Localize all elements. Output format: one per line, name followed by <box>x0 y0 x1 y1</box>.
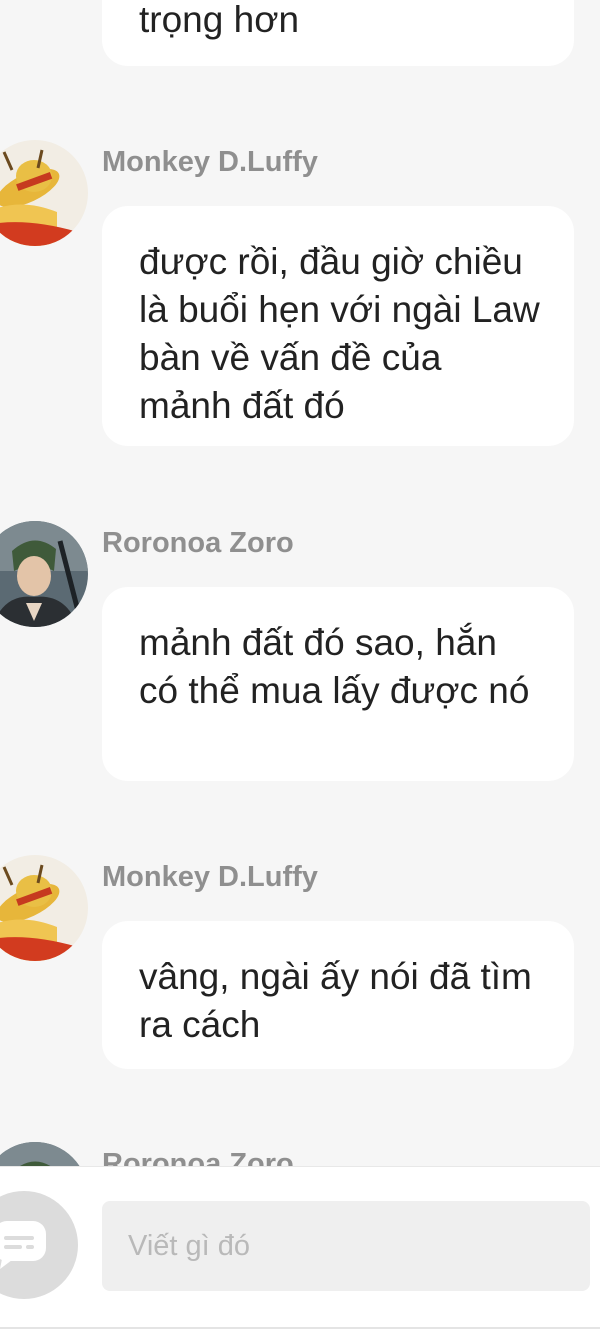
sender-name: Roronoa Zoro <box>102 1148 294 1166</box>
message-bubble: được rồi, đầu giờ chiều là buổi hẹn với … <box>102 206 574 446</box>
message-bubble: trọng hơn <box>102 0 574 66</box>
message-input[interactable] <box>102 1201 590 1291</box>
message-text: mảnh đất đó sao, hắn có thể mua lấy được… <box>139 622 530 711</box>
message-bubble: vâng, ngài ấy nói đã tìm ra cách <box>102 921 574 1069</box>
sender-name: Monkey D.Luffy <box>102 146 318 178</box>
quick-reply-button[interactable] <box>0 1191 78 1299</box>
chat-screen: trọng hơn Monkey D.Luffy được rồi, đầu g… <box>0 0 600 1332</box>
message-text: trọng hơn <box>139 0 300 40</box>
avatar-luffy[interactable] <box>0 855 88 961</box>
message-list[interactable]: trọng hơn Monkey D.Luffy được rồi, đầu g… <box>0 0 600 1166</box>
chat-bubble-icon <box>0 1221 46 1269</box>
message-text: vâng, ngài ấy nói đã tìm ra cách <box>139 956 532 1045</box>
straw-hat-avatar-icon <box>0 140 88 246</box>
avatar-zoro[interactable] <box>0 1142 88 1166</box>
sender-name: Roronoa Zoro <box>102 527 294 559</box>
zoro-avatar-icon <box>0 1142 88 1166</box>
message-composer <box>0 1166 600 1332</box>
divider <box>0 1327 600 1329</box>
straw-hat-avatar-icon <box>0 855 88 961</box>
zoro-avatar-icon <box>0 521 88 627</box>
avatar-zoro[interactable] <box>0 521 88 627</box>
message-text: được rồi, đầu giờ chiều là buổi hẹn với … <box>139 241 540 426</box>
message-bubble: mảnh đất đó sao, hắn có thể mua lấy được… <box>102 587 574 781</box>
avatar-luffy[interactable] <box>0 140 88 246</box>
sender-name: Monkey D.Luffy <box>102 861 318 893</box>
